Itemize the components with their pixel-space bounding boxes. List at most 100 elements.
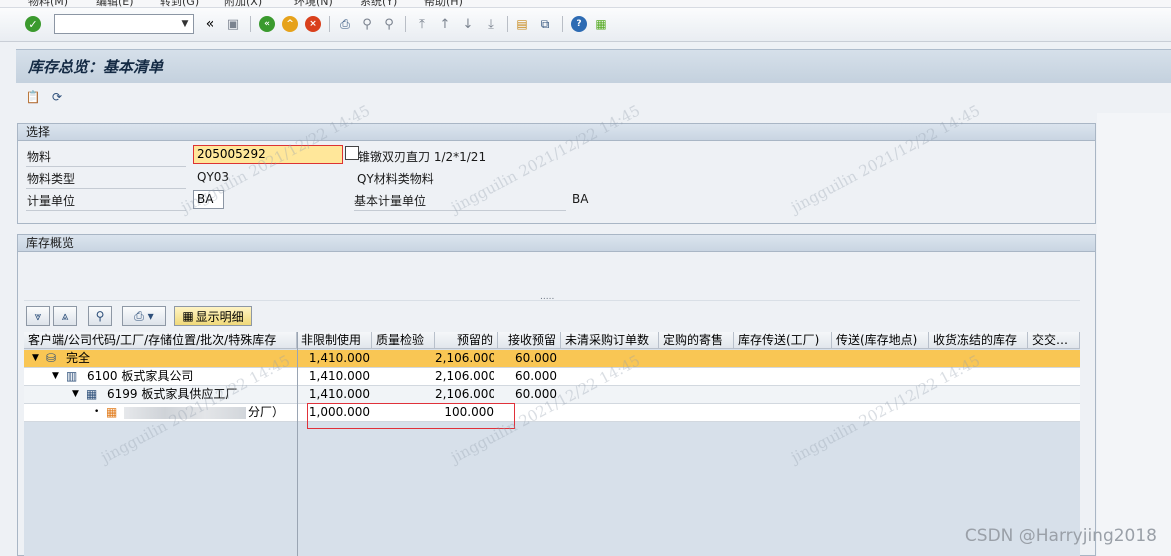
- leaf-dot-icon: •: [94, 407, 100, 417]
- binoculars-icon: ⚲: [95, 309, 105, 323]
- expand-node-icon[interactable]: ▼: [72, 386, 82, 404]
- cell-reserved: 2,106.000: [435, 351, 494, 365]
- collapse-icon: ⩓: [61, 308, 69, 323]
- collapse-icon[interactable]: «: [201, 15, 219, 33]
- title-bar: 库存总览：基本清单: [16, 49, 1171, 83]
- menu-item[interactable]: 帮助(H): [424, 0, 463, 7]
- print-icon: ⎙ ▾: [134, 308, 154, 323]
- material-label: 物料: [27, 150, 52, 164]
- back-icon[interactable]: «: [258, 15, 276, 33]
- table-row[interactable]: ▼ ⛁ 完全 1,410.000 2,106.000 60.000: [24, 350, 1080, 368]
- uom-label: 计量单位: [27, 194, 76, 208]
- node-label: 6199 板式家具供应工厂: [107, 387, 238, 401]
- col-header-transfer-plant[interactable]: 库存传送(工厂): [734, 332, 832, 349]
- menu-item[interactable]: 环境(N): [294, 0, 333, 7]
- save-icon[interactable]: ▣: [224, 15, 242, 33]
- menu-item[interactable]: 系统(Y): [360, 0, 397, 7]
- stock-tree-grid: 客户端/公司代码/工厂/存储位置/批次/特殊库存 非限制使用 质量检验 预留的 …: [24, 332, 1080, 556]
- system-toolbar: ✓ ▼ « ▣ « ^ × ⎙ ⚲ ⚲ ⤒ ↑ ↓ ⤓ ▤ ⧉ ? ▦: [0, 8, 1171, 42]
- show-detail-label: 显示明细: [195, 309, 244, 324]
- copy-icon[interactable]: [345, 146, 359, 160]
- overview-heading: 库存概览: [18, 235, 1095, 252]
- page-title: 库存总览：基本清单: [28, 58, 164, 76]
- column-divider: [297, 332, 298, 556]
- print-button[interactable]: ⎙ ▾: [122, 306, 166, 326]
- plant-icon: ▦: [86, 387, 98, 401]
- storage-location-icon: ▦: [106, 405, 118, 419]
- refresh-icon[interactable]: ⟳: [48, 88, 66, 106]
- col-header-consignment[interactable]: 定购的寄售: [659, 332, 734, 349]
- col-header-rcpt-reserved[interactable]: 接收预留: [498, 332, 561, 349]
- cell-rcpt-reserved: 60.000: [515, 351, 557, 365]
- node-label: 6100 板式家具公司: [87, 369, 194, 383]
- cell-unrestricted: 1,410.000: [308, 351, 370, 365]
- application-toolbar: 📋 ⟳: [16, 83, 1171, 113]
- table-row[interactable]: ▼ ▦ 6199 板式家具供应工厂 1,410.000 2,106.000 60…: [24, 386, 1080, 404]
- next-page-icon[interactable]: ↓: [459, 15, 477, 33]
- cell-reserved: 2,106.000: [435, 387, 494, 401]
- selection-group: 选择: [17, 123, 1096, 224]
- grid-header: 客户端/公司代码/工厂/存储位置/批次/特殊库存 非限制使用 质量检验 预留的 …: [24, 332, 1080, 349]
- material-type-desc: QY材料类物料: [357, 172, 434, 186]
- cell-unrestricted: 1,410.000: [308, 369, 370, 383]
- clipboard-icon[interactable]: 📋: [24, 88, 42, 106]
- table-row[interactable]: • ▦ 分厂） 1,000.000 100.000: [24, 404, 1080, 422]
- cell-rcpt-reserved: 60.000: [515, 369, 557, 383]
- expand-all-button[interactable]: ⩔: [26, 306, 50, 326]
- expand-node-icon[interactable]: ▼: [52, 368, 62, 386]
- col-header-quality[interactable]: 质量检验: [372, 332, 435, 349]
- layout-icon[interactable]: ▦: [592, 15, 610, 33]
- credit-text: CSDN @Harryjing2018: [964, 526, 1157, 546]
- highlight-box: [307, 403, 515, 429]
- company-icon: ▥: [66, 369, 78, 383]
- menu-item[interactable]: 附加(X): [224, 0, 262, 7]
- detail-icon: ▦: [182, 309, 194, 323]
- right-margin: [1097, 113, 1171, 556]
- enter-icon[interactable]: ✓: [24, 15, 42, 33]
- selection-heading: 选择: [18, 124, 1095, 141]
- uom-input[interactable]: BA: [193, 190, 224, 209]
- first-page-icon[interactable]: ⤒: [413, 15, 431, 33]
- table-row[interactable]: ▼ ▥ 6100 板式家具公司 1,410.000 2,106.000 60.0…: [24, 368, 1080, 386]
- col-header-node[interactable]: 客户端/公司代码/工厂/存储位置/批次/特殊库存: [24, 332, 297, 349]
- find-next-icon[interactable]: ⚲: [380, 15, 398, 33]
- exit-icon[interactable]: ^: [281, 15, 299, 33]
- base-uom-value: BA: [572, 192, 589, 206]
- chevron-down-icon[interactable]: ▼: [177, 15, 193, 33]
- material-input[interactable]: 205005292: [193, 145, 343, 164]
- new-session-icon[interactable]: ▤: [513, 15, 531, 33]
- col-header-gr-blocked[interactable]: 收货冻结的库存: [929, 332, 1028, 349]
- menu-item[interactable]: 物料(M): [28, 0, 68, 7]
- expand-icon: ⩔: [34, 308, 42, 323]
- cancel-icon[interactable]: ×: [304, 15, 322, 33]
- material-type-label: 物料类型: [27, 172, 76, 186]
- cell-rcpt-reserved: 60.000: [515, 387, 557, 401]
- show-detail-button[interactable]: ▦ 显示明细: [174, 306, 252, 326]
- prev-page-icon[interactable]: ↑: [436, 15, 454, 33]
- expand-node-icon[interactable]: ▼: [32, 350, 42, 368]
- col-header-transfer-sloc[interactable]: 传送(库存地点): [832, 332, 929, 349]
- base-uom-label: 基本计量单位: [354, 194, 427, 208]
- help-icon[interactable]: ?: [570, 15, 588, 33]
- menu-item[interactable]: 转到(G): [160, 0, 199, 7]
- cell-unrestricted: 1,410.000: [308, 387, 370, 401]
- col-header-more[interactable]: 交交…: [1028, 332, 1080, 349]
- node-label: 完全: [66, 351, 91, 365]
- find-button[interactable]: ⚲: [88, 306, 112, 326]
- print-icon[interactable]: ⎙: [336, 15, 354, 33]
- col-header-unrestricted[interactable]: 非限制使用: [297, 332, 372, 349]
- collapse-all-button[interactable]: ⩓: [53, 306, 77, 326]
- last-page-icon[interactable]: ⤓: [482, 15, 500, 33]
- client-icon: ⛁: [46, 351, 57, 365]
- menu-item[interactable]: 编辑(E): [96, 0, 134, 7]
- shortcut-icon[interactable]: ⧉: [536, 15, 554, 33]
- material-desc: 锥镦双刃直刀 1/2*1/21: [358, 150, 487, 164]
- col-header-open-po[interactable]: 未清采购订单数: [561, 332, 659, 349]
- node-label: 分厂）: [248, 405, 285, 419]
- blurred-label: [124, 407, 246, 419]
- col-header-reserved[interactable]: 预留的: [435, 332, 498, 349]
- cell-reserved: 2,106.000: [435, 369, 494, 383]
- material-type-value: QY03: [197, 170, 230, 184]
- command-field[interactable]: ▼: [54, 14, 194, 34]
- find-icon[interactable]: ⚲: [358, 15, 376, 33]
